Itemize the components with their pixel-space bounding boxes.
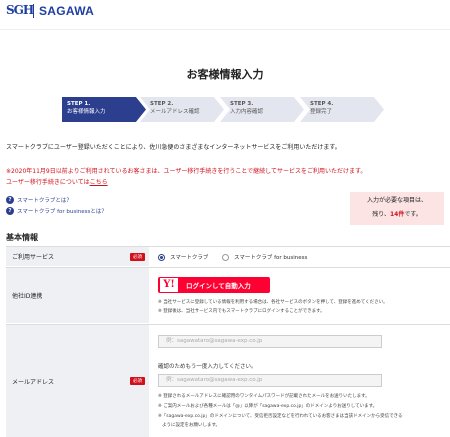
required-count-suffix: です。: [404, 211, 422, 218]
step-label: 入力内容確認: [230, 109, 264, 115]
help-link-smart-club[interactable]: ? スマートクラブとは？: [6, 196, 72, 204]
required-count-line: 残り、14件です。: [358, 209, 436, 218]
section-title-basic-info: 基本情報: [6, 233, 38, 242]
external-id-note: ※ 当社サービスに登録している情報を利用する場合は、各社サービスのボタンを押して…: [158, 300, 388, 305]
site-header: SGH SAGAWA: [0, 0, 450, 30]
step-4: STEP 4. 登録完了: [300, 97, 384, 122]
step-label: 登録完了: [310, 109, 333, 115]
migration-notice: ※2020年11月9日以前よりご利用されているお客さまは、ユーザー移行手続きを行…: [6, 168, 367, 175]
required-count-prefix: 残り、: [372, 211, 390, 218]
yahoo-login-label: ログインして自動入力: [186, 282, 251, 290]
migration-notice-text: ユーザー移行手続きについては: [6, 179, 90, 186]
page-title: お客様情報入力: [186, 68, 264, 81]
external-id-label: 他社ID連携: [6, 268, 149, 323]
help-link-label: スマートクラブ for businessとは？: [17, 209, 107, 215]
radio-label: スマートクラブ: [170, 255, 209, 261]
email-note: ように設定をお願いします。: [162, 423, 221, 428]
migration-info-link[interactable]: こちら: [90, 179, 108, 186]
email-input[interactable]: 例：sagawataro@sagawa-exp.co.jp: [158, 335, 382, 348]
intro-text: スマートクラブにユーザー登録いただくことにより、佐川急便のさまざまなインターネッ…: [6, 144, 341, 151]
required-badge: 必須: [130, 252, 145, 261]
step-1: STEP 1. お客様情報入力: [62, 97, 146, 122]
required-count-value: 14件: [390, 211, 405, 218]
yahoo-login-button[interactable]: Y! ログインして自動入力: [158, 277, 270, 293]
yahoo-logo-icon: Y!: [160, 278, 178, 292]
question-circle-icon: ?: [6, 196, 14, 204]
email-confirm-input[interactable]: 例：sagawataro@sagawa-exp.co.jp: [158, 374, 382, 387]
radio-unselected-icon: [222, 253, 229, 261]
radio-selected-icon: [158, 253, 165, 261]
step-2: STEP 2. メールアドレス確認: [140, 97, 224, 122]
external-id-label-text: 他社ID連携: [12, 293, 43, 300]
radio-smart-club[interactable]: スマートクラブ: [158, 253, 208, 261]
email-note: ※「sagawa-exp.co.jp」のドメインについて、受信拒否設定などを行わ…: [158, 414, 403, 419]
step-number: STEP 3.: [230, 101, 254, 107]
step-indicator: STEP 1. お客様情報入力 STEP 2. メールアドレス確認 STEP 3…: [62, 97, 384, 122]
step-number: STEP 1.: [67, 101, 91, 107]
required-count-box: 入力が必要な項目は、 残り、14件です。: [350, 192, 444, 225]
logo-divider: [33, 4, 34, 18]
email-note: ※ 登録されるメールアドレスに確認用のワンタイムパスワードが記載されたメールをお…: [158, 394, 370, 399]
required-badge: 必須: [130, 377, 145, 385]
radio-label: スマートクラブ for business: [234, 255, 308, 261]
question-circle-icon: ?: [6, 207, 14, 215]
service-label: ご利用サービス 必須: [6, 247, 149, 266]
email-label: メールアドレス 必須: [6, 325, 149, 437]
help-link-label: スマートクラブとは？: [17, 198, 72, 204]
migration-notice-link-line: ユーザー移行手続きについてはこちら: [6, 177, 108, 186]
step-3: STEP 3. 入力内容確認: [220, 97, 304, 122]
email-note: ※ ご案内メールおよび各種メールは「@」以降が「sagawa-exp.co.jp…: [158, 404, 378, 409]
sagawa-logo[interactable]: SAGAWA: [39, 4, 94, 18]
radio-smart-club-business[interactable]: スマートクラブ for business: [222, 253, 307, 261]
form-row-service: ご利用サービス 必須 スマートクラブ スマートクラブ for business: [6, 246, 450, 266]
step-label: お客様情報入力: [67, 109, 106, 115]
required-count-heading: 入力が必要な項目は、: [366, 197, 427, 204]
step-number: STEP 4.: [310, 101, 334, 107]
step-label: メールアドレス確認: [150, 109, 200, 115]
sgh-logo[interactable]: SGH: [6, 3, 34, 17]
service-label-text: ご利用サービス: [12, 254, 55, 261]
help-link-smart-club-business[interactable]: ? スマートクラブ for businessとは？: [6, 207, 107, 215]
step-number: STEP 2.: [150, 101, 174, 107]
email-label-text: メールアドレス: [12, 378, 55, 386]
form-row-external-id: 他社ID連携: [6, 267, 450, 323]
email-confirm-instruction: 確認のためもう一度入力してください。: [158, 364, 257, 370]
external-id-note: ※ 登録後は、当社サービス内でもスマートクラブにログインすることができます。: [158, 309, 325, 314]
